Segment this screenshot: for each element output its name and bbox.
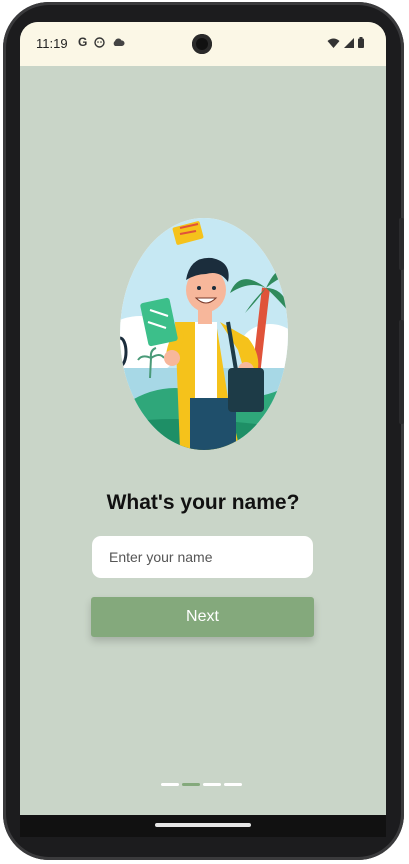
status-time: 11:19 (36, 36, 68, 51)
wifi-icon (327, 38, 340, 48)
face-icon (94, 36, 106, 48)
traveler-illustration (120, 218, 288, 450)
page-indicator (161, 783, 242, 786)
power-button (399, 320, 404, 424)
battery-icon (358, 37, 364, 48)
signal-icon (344, 37, 354, 48)
google-icon: G (78, 35, 88, 49)
page-indicator-dot (161, 783, 179, 786)
page-indicator-dot (203, 783, 221, 786)
name-input[interactable] (92, 536, 313, 578)
status-bar: 11:19 G (20, 22, 386, 66)
status-right-icons (327, 37, 364, 48)
navigation-bar (20, 815, 386, 837)
home-gesture-bar[interactable] (155, 823, 251, 827)
next-button[interactable]: Next (91, 597, 314, 637)
status-left-icons: G (78, 35, 125, 49)
cloud-icon (114, 38, 125, 46)
page-indicator-dot (182, 783, 200, 786)
app-screen: 11:19 G What's your name? Enter your nam… (20, 22, 386, 837)
volume-button (399, 218, 404, 270)
page-indicator-dot (224, 783, 242, 786)
page-title: What's your name? (106, 491, 300, 514)
front-camera (192, 34, 212, 54)
